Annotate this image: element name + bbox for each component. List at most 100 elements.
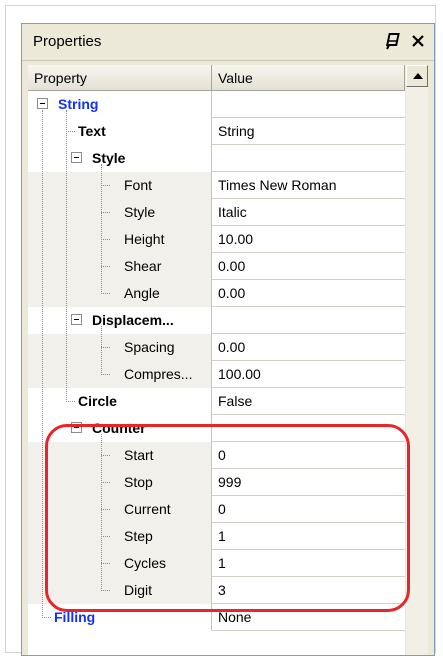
scroll-up-button[interactable] xyxy=(406,65,428,87)
tree-line xyxy=(101,374,110,375)
property-value[interactable]: 3 xyxy=(213,577,405,604)
property-row-spacing[interactable]: Spacing 0.00 xyxy=(28,334,405,361)
property-label: String xyxy=(58,96,99,112)
tree-line xyxy=(101,212,110,213)
tree-line xyxy=(42,617,51,618)
property-label: Cycles xyxy=(124,555,167,571)
tree-line xyxy=(66,131,75,132)
property-value[interactable]: 1 xyxy=(213,523,405,550)
property-label: Angle xyxy=(124,285,160,301)
property-value[interactable]: None xyxy=(213,604,405,631)
property-value[interactable]: 10.00 xyxy=(213,226,405,253)
property-cell: String xyxy=(28,91,212,118)
collapse-icon[interactable] xyxy=(71,152,82,163)
property-row-style[interactable]: Style Italic xyxy=(28,199,405,226)
tree-line xyxy=(101,434,102,591)
property-cell: Spacing xyxy=(28,334,212,361)
property-label: Style xyxy=(124,204,156,220)
property-row-digit[interactable]: Digit 3 xyxy=(28,577,405,604)
property-label: Start xyxy=(124,447,154,463)
collapse-icon[interactable] xyxy=(37,98,48,109)
property-cell: Font xyxy=(28,172,212,199)
property-cell: Cycles xyxy=(28,550,212,577)
property-row-font[interactable]: Font Times New Roman xyxy=(28,172,405,199)
property-row-counter-group[interactable]: Counter xyxy=(28,415,405,442)
property-label: Shear xyxy=(124,258,162,274)
arrow-up-icon xyxy=(413,73,423,79)
tree-line xyxy=(101,164,102,294)
property-value[interactable]: 0.00 xyxy=(213,253,405,280)
property-label: Digit xyxy=(124,582,153,598)
property-label: Circle xyxy=(78,393,117,409)
tree-line xyxy=(101,239,110,240)
panel-title: Properties xyxy=(33,33,102,50)
property-value[interactable]: 0 xyxy=(213,442,405,469)
property-row-circle[interactable]: Circle False xyxy=(28,388,405,415)
property-label: Compres... xyxy=(124,366,193,382)
property-value[interactable]: False xyxy=(213,388,405,415)
property-cell: Style xyxy=(28,145,212,172)
property-grid: String Text String Style Font Times New … xyxy=(28,91,405,655)
property-row-shear[interactable]: Shear 0.00 xyxy=(28,253,405,280)
property-value[interactable] xyxy=(213,91,405,118)
property-value[interactable]: 1 xyxy=(213,550,405,577)
property-label: Style xyxy=(92,150,126,166)
property-cell: Angle xyxy=(28,280,212,307)
tree-line xyxy=(101,563,110,564)
tree-line xyxy=(101,455,110,456)
tree-line xyxy=(101,590,110,591)
property-cell: Compres... xyxy=(28,361,212,388)
collapse-icon[interactable] xyxy=(71,422,82,433)
column-header-property[interactable]: Property xyxy=(28,65,212,91)
column-header-value[interactable]: Value xyxy=(212,65,405,91)
property-row-style-group[interactable]: Style xyxy=(28,145,405,172)
property-row-displacement-group[interactable]: Displacem... xyxy=(28,307,405,334)
property-value[interactable]: 0.00 xyxy=(213,334,405,361)
collapse-icon[interactable] xyxy=(71,314,82,325)
property-value[interactable]: 999 xyxy=(213,469,405,496)
property-row-stop[interactable]: Stop 999 xyxy=(28,469,405,496)
property-row-string[interactable]: String xyxy=(28,91,405,118)
tree-line xyxy=(101,347,110,348)
property-value[interactable]: String xyxy=(213,118,405,145)
tree-line xyxy=(66,401,75,402)
property-label: Current xyxy=(124,501,171,517)
tree-line xyxy=(66,110,67,402)
property-cell: Start xyxy=(28,442,212,469)
property-label: Displacem... xyxy=(92,312,174,328)
property-row-step[interactable]: Step 1 xyxy=(28,523,405,550)
pin-icon[interactable] xyxy=(386,32,402,50)
property-value[interactable]: 0 xyxy=(213,496,405,523)
property-cell: Digit xyxy=(28,577,212,604)
property-label: Font xyxy=(124,177,153,193)
property-row-filling[interactable]: Filling None xyxy=(28,604,405,631)
property-value[interactable]: Italic xyxy=(213,199,405,226)
property-value[interactable]: Times New Roman xyxy=(213,172,405,199)
tree-line xyxy=(101,185,110,186)
property-value[interactable]: 0.00 xyxy=(213,280,405,307)
property-value[interactable] xyxy=(213,415,405,442)
property-value[interactable]: 100.00 xyxy=(213,361,405,388)
tree-line xyxy=(101,293,110,294)
property-row-text[interactable]: Text String xyxy=(28,118,405,145)
property-label: Step xyxy=(124,528,153,544)
tree-line xyxy=(101,326,102,375)
property-row-current[interactable]: Current 0 xyxy=(28,496,405,523)
property-cell: Height xyxy=(28,226,212,253)
vertical-scrollbar[interactable] xyxy=(406,65,428,655)
property-row-start[interactable]: Start 0 xyxy=(28,442,405,469)
property-cell: Circle xyxy=(28,388,212,415)
property-cell: Current xyxy=(28,496,212,523)
property-row-compression[interactable]: Compres... 100.00 xyxy=(28,361,405,388)
property-row-cycles[interactable]: Cycles 1 xyxy=(28,550,405,577)
property-value[interactable] xyxy=(213,307,405,334)
property-cell: Style xyxy=(28,199,212,226)
property-cell: Displacem... xyxy=(28,307,212,334)
tree-line xyxy=(101,536,110,537)
property-value[interactable] xyxy=(213,145,405,172)
tree-line xyxy=(101,509,110,510)
close-icon[interactable] xyxy=(410,32,426,50)
property-row-angle[interactable]: Angle 0.00 xyxy=(28,280,405,307)
property-row-height[interactable]: Height 10.00 xyxy=(28,226,405,253)
grid-header: Property Value xyxy=(28,65,405,91)
